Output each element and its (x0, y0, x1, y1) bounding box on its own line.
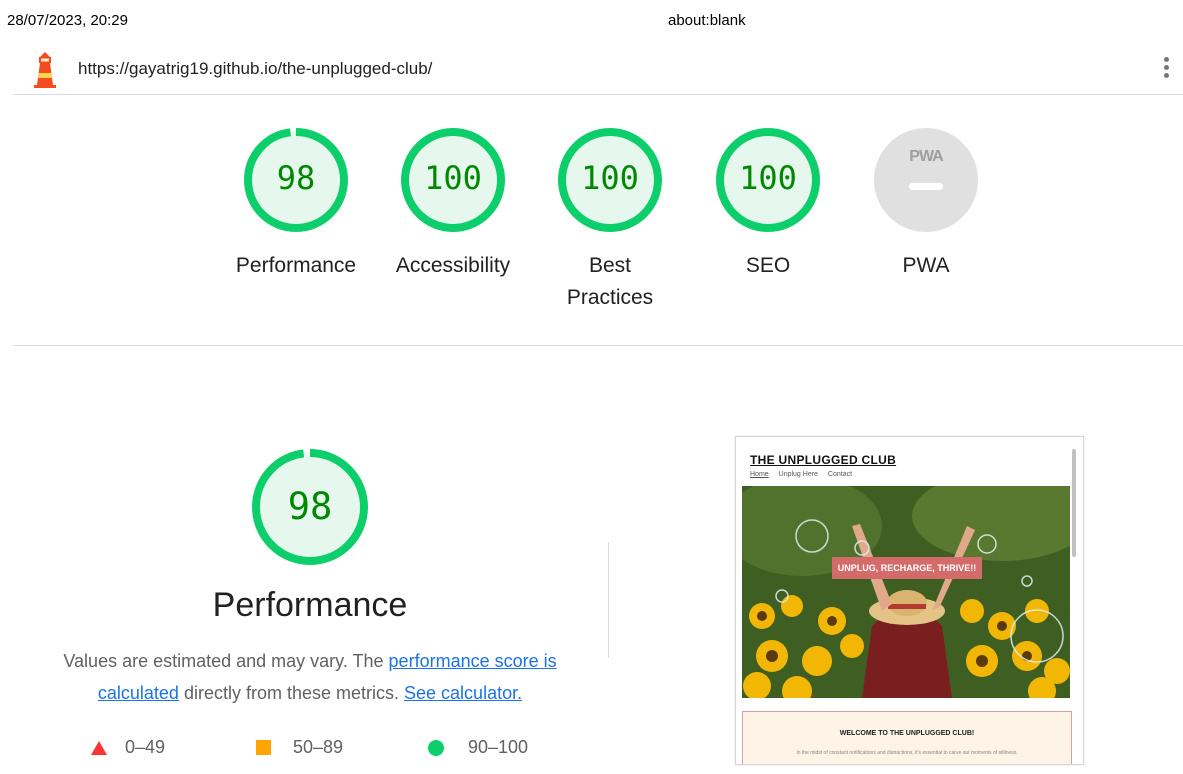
divider (13, 345, 1183, 346)
legend-label: 50–89 (293, 737, 344, 757)
report-url: https://gayatrig19.github.io/the-unplugg… (78, 59, 433, 78)
gauge-label: PWA (902, 254, 950, 277)
site-nav: Home Unplug Here Contact (750, 471, 860, 478)
description-text: directly from these metrics. (178, 683, 405, 703)
gauge-score: 100 (424, 159, 482, 197)
gauge-seo[interactable]: 100 SEO (703, 126, 833, 282)
performance-title: Performance (212, 586, 408, 624)
performance-score: 98 (287, 485, 333, 528)
vertical-divider (608, 542, 609, 658)
gauge-score: 100 (739, 159, 797, 197)
legend-average: 50–89 (256, 737, 343, 758)
hero-banner: UNPLUG, RECHARGE, THRIVE!! (832, 557, 982, 579)
site-nav-item: Contact (827, 471, 853, 478)
triangle-icon (91, 740, 107, 755)
gauge-label: Performance (235, 254, 357, 277)
screenshot-scrollbar (1072, 449, 1076, 557)
pwa-badge-circle (874, 128, 978, 232)
pwa-dash-icon (909, 183, 943, 190)
site-title: THE UNPLUGGED CLUB (750, 453, 897, 467)
gauge-pwa[interactable]: PWA PWA (861, 126, 991, 282)
pwa-badge-text: PWA (909, 148, 943, 165)
final-screenshot[interactable]: THE UNPLUGGED CLUB Home Unplug Here Cont… (735, 436, 1084, 765)
square-icon (256, 740, 271, 755)
legend-label: 90–100 (468, 737, 529, 757)
hero-image (742, 486, 1070, 698)
legend-pass: 90–100 (428, 737, 528, 758)
gauge-score: 98 (276, 159, 316, 197)
gauge-label: Best Practices (566, 254, 654, 309)
lighthouse-icon (30, 51, 60, 89)
print-title: about:blank (668, 12, 746, 29)
welcome-title: WELCOME TO THE UNPLUGGED CLUB! (839, 730, 975, 737)
gauge-best-practices[interactable]: 100 Best Practices (545, 126, 675, 314)
gauge-score: 100 (581, 159, 639, 197)
print-date: 28/07/2023, 20:29 (7, 12, 128, 29)
gauge-accessibility[interactable]: 100 Accessibility (388, 126, 518, 282)
gauge-performance[interactable]: 98 Performance (231, 126, 361, 282)
welcome-card: WELCOME TO THE UNPLUGGED CLUB! In the mi… (742, 711, 1072, 764)
more-options-icon[interactable] (1158, 55, 1174, 85)
performance-gauge: 98 (245, 445, 375, 570)
sunflower-field-image (742, 486, 1070, 698)
description-text: Values are estimated and may vary. The (63, 651, 389, 671)
site-nav-item: Home (750, 471, 769, 478)
gauge-label: Accessibility (395, 254, 511, 277)
see-calculator-link[interactable]: See calculator. (404, 683, 522, 703)
circle-icon (428, 739, 444, 756)
welcome-text: In the midst of constant notifications a… (796, 750, 1018, 756)
gauge-label: SEO (745, 254, 791, 277)
legend-fail: 0–49 (91, 737, 165, 758)
performance-description: Values are estimated and may vary. The p… (40, 645, 580, 709)
legend-label: 0–49 (125, 737, 166, 757)
divider (13, 94, 1183, 95)
site-nav-item: Unplug Here (778, 471, 818, 478)
